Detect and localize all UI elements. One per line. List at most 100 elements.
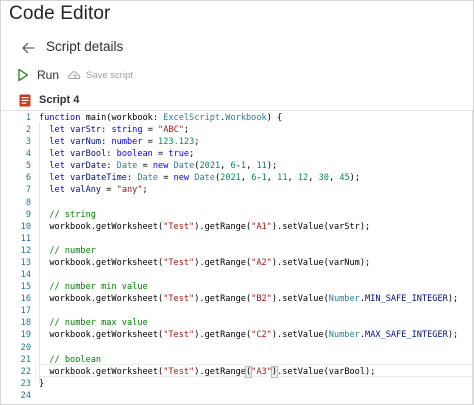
code-line[interactable]: 15 // number min value — [1, 281, 473, 293]
code-line[interactable]: 18 // number max value — [1, 317, 473, 329]
code-token: workbook.getWorksheet( — [39, 221, 164, 232]
code-token: workbook.getWorksheet( — [39, 257, 164, 268]
code-token: boolean — [116, 149, 153, 160]
code-token: = — [158, 173, 174, 184]
code-token: varStr — [70, 125, 102, 136]
code-token: ).getRange — [194, 366, 246, 377]
code-token: ; — [142, 185, 148, 196]
line-code: workbook.getWorksheet("Test").getRange("… — [39, 293, 458, 305]
run-button[interactable]: Run — [17, 65, 59, 85]
code-token: ); — [266, 161, 278, 172]
code-token: valAny — [70, 185, 102, 196]
code-line[interactable]: 10 workbook.getWorksheet("Test").getRang… — [1, 221, 473, 233]
back-button[interactable] — [19, 39, 37, 57]
line-code: let varBool: boolean = true; — [39, 148, 194, 160]
line-code: workbook.getWorksheet("Test").getRange("… — [39, 257, 370, 269]
code-token: // number — [49, 245, 96, 256]
code-line[interactable]: 17 — [1, 305, 473, 317]
line-number: 17 — [20, 306, 31, 317]
line-number: 11 — [20, 233, 31, 244]
line-code: workbook.getWorksheet("Test").getRange("… — [39, 221, 370, 233]
page-title: Script details — [46, 39, 124, 54]
line-number: 14 — [20, 270, 31, 281]
line-code: // number min value — [39, 281, 147, 293]
line-code: let varStr: string = "ABC"; — [39, 124, 189, 136]
code-token: 12 — [297, 173, 309, 184]
code-token: true — [168, 149, 190, 160]
code-token: MIN_SAFE_INTEGER — [365, 294, 448, 305]
line-number: 6 — [25, 173, 31, 184]
code-line[interactable]: 23} — [1, 378, 473, 390]
code-token: // string — [49, 209, 96, 220]
code-token: ; — [194, 137, 200, 148]
code-line[interactable]: 22 workbook.getWorksheet("Test").getRang… — [1, 365, 473, 378]
line-number: 21 — [20, 354, 31, 365]
code-line[interactable]: 19 workbook.getWorksheet("Test").getRang… — [1, 329, 473, 341]
code-token: ); — [447, 294, 459, 305]
code-line[interactable]: 16 workbook.getWorksheet("Test").getRang… — [1, 293, 473, 305]
line-code: // number max value — [39, 317, 147, 329]
code-token: varDateTime — [70, 173, 127, 184]
code-token: "Test" — [163, 257, 195, 268]
code-line[interactable]: 8 — [1, 197, 473, 209]
code-token: main(workbook: — [85, 113, 164, 123]
line-code: // string — [39, 209, 96, 221]
code-line[interactable]: 20 — [1, 342, 473, 354]
code-line[interactable]: 3 let varNum: number = 123.123; — [1, 136, 473, 148]
code-line[interactable]: 5 let varDate: Date = new Date(2021, 6-1… — [1, 160, 473, 172]
line-number: 8 — [25, 197, 31, 208]
code-token: , — [328, 173, 340, 184]
code-line[interactable]: 7 let valAny = "any"; — [1, 184, 473, 196]
line-code: let varDateTime: Date = new Date(2021, 6… — [39, 172, 360, 184]
code-line[interactable]: 24 — [1, 390, 473, 402]
code-editor[interactable]: 1 function main(workbook: ExcelScript.Wor… — [1, 110, 473, 404]
line-number: 13 — [20, 257, 31, 268]
code-token: = — [137, 161, 153, 172]
code-token: ).getRange( — [194, 330, 252, 341]
code-line[interactable]: 9 // string — [1, 209, 473, 221]
code-line[interactable]: 2 let varStr: string = "ABC"; — [1, 124, 473, 136]
code-line[interactable]: 13 workbook.getWorksheet("Test").getRang… — [1, 257, 473, 269]
code-line[interactable]: 6 let varDateTime: Date = new Date(2021,… — [1, 172, 473, 184]
code-token: , — [287, 173, 298, 184]
code-token: 11 — [256, 161, 267, 172]
code-line[interactable]: 1 function main(workbook: ExcelScript.Wor… — [1, 112, 473, 124]
save-script-button[interactable]: Save script — [67, 65, 133, 85]
code-token: workbook.getWorksheet( — [39, 294, 164, 305]
code-line[interactable]: 12 // number — [1, 245, 473, 257]
code-token: let — [49, 173, 71, 184]
line-number: 15 — [20, 282, 31, 293]
code-token: "C2" — [251, 330, 272, 341]
code-line[interactable]: 21 // boolean — [1, 354, 473, 366]
code-token: ).getRange( — [194, 257, 252, 268]
code-token: number — [111, 137, 143, 148]
line-number: 18 — [20, 318, 31, 329]
code-token: "any" — [116, 185, 143, 196]
code-token: "A3" — [251, 366, 272, 377]
code-token: Workbook — [225, 113, 267, 123]
code-token: new — [152, 161, 174, 172]
script-details-header: Script details — [1, 37, 473, 61]
code-token: "Test" — [163, 221, 195, 232]
code-token: let — [49, 161, 71, 172]
script-name: Script 4 — [39, 94, 80, 106]
code-token: let — [49, 185, 71, 196]
script-file-icon — [19, 94, 31, 106]
code-token: ).setValue(varStr); — [271, 221, 371, 232]
line-code: function main(workbook: ExcelScript.Work… — [39, 112, 282, 124]
code-line[interactable]: 11 — [1, 233, 473, 245]
code-token: Date — [194, 173, 215, 184]
code-token: ); — [447, 330, 459, 341]
code-token: 2021 — [199, 161, 221, 172]
code-token: : — [101, 125, 112, 136]
code-token: , — [246, 161, 257, 172]
code-line[interactable]: 4 let varBool: boolean = true; — [1, 148, 473, 160]
code-token: , — [220, 161, 231, 172]
code-line[interactable]: 14 — [1, 269, 473, 281]
run-label: Run — [37, 68, 60, 82]
